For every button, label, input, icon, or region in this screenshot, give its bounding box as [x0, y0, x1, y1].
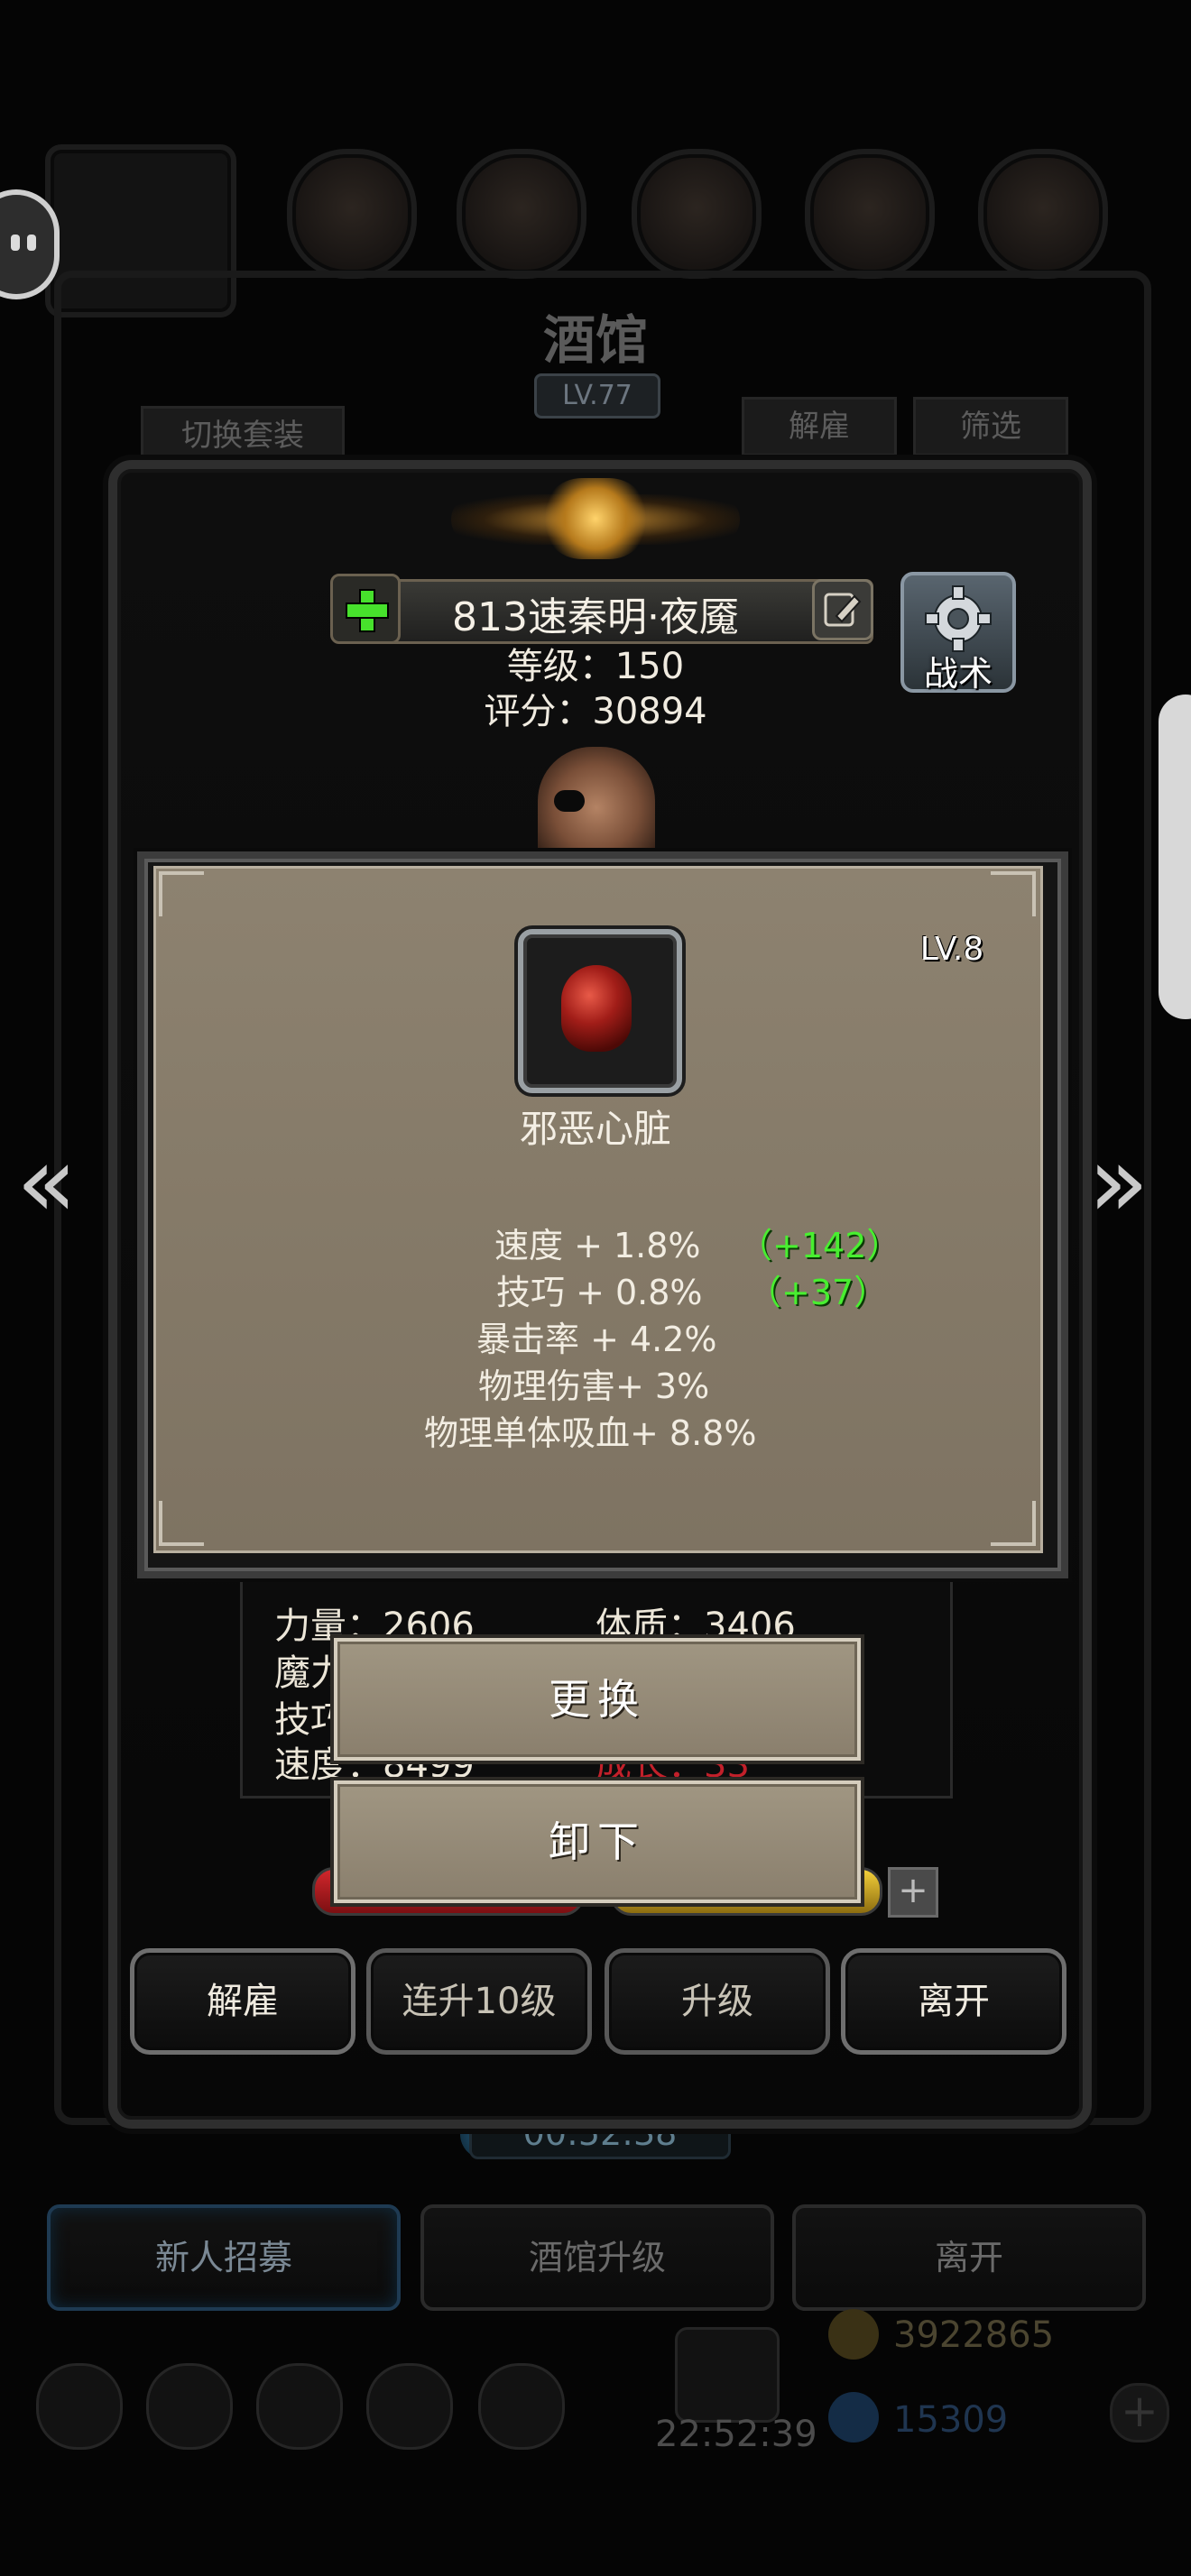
- tavern-title: 酒馆: [542, 309, 648, 371]
- menu-icon[interactable]: [478, 2363, 565, 2450]
- gold-amount: 3922865: [893, 2314, 1055, 2356]
- menu-icon[interactable]: [366, 2363, 453, 2450]
- hero-score: 评分：30894: [484, 691, 707, 732]
- popup-corner-ornament: [991, 871, 1036, 916]
- edit-name-button[interactable]: [812, 579, 873, 640]
- popup-corner-ornament: [991, 1501, 1036, 1546]
- equipment-slot-icon[interactable]: [287, 149, 417, 279]
- item-attr-speed-bonus: （+142）: [738, 1226, 901, 1265]
- panel-emblem-icon: [541, 478, 650, 559]
- item-attr-skill: 技巧 + 0.8%: [496, 1273, 703, 1312]
- equipment-slot-icon[interactable]: [805, 149, 935, 279]
- dismiss-button[interactable]: 解雇: [130, 1948, 355, 2055]
- pencil-icon: [824, 593, 862, 627]
- equipment-slot-icon[interactable]: [978, 149, 1108, 279]
- hero-name: 813速秦明·夜魇: [452, 594, 739, 640]
- replace-button[interactable]: 更换: [334, 1638, 861, 1761]
- item-level: LV.8: [919, 931, 984, 968]
- tavern-level-badge: LV.77: [534, 373, 660, 419]
- menu-icon[interactable]: [256, 2363, 343, 2450]
- new-recruit-button[interactable]: 新人招募: [47, 2204, 401, 2311]
- next-hero-arrow-icon[interactable]: »: [1088, 1124, 1149, 1239]
- filter-button[interactable]: 筛选: [913, 397, 1068, 456]
- add-hero-button[interactable]: [330, 574, 401, 644]
- eyepatch-detail: [554, 790, 585, 812]
- item-attr-skill-bonus: （+37）: [747, 1273, 889, 1312]
- gold-coin-icon: [828, 2309, 879, 2360]
- level-up-button[interactable]: 升级: [605, 1948, 830, 2055]
- evil-heart-icon: [561, 965, 632, 1052]
- add-currency-button[interactable]: +: [1110, 2383, 1169, 2443]
- side-scroll-handle[interactable]: [1159, 695, 1191, 1019]
- menu-icon[interactable]: [146, 2363, 233, 2450]
- previous-hero-arrow-icon[interactable]: «: [16, 1124, 77, 1239]
- popup-corner-ornament: [159, 1501, 204, 1546]
- equipment-slot-icon[interactable]: [457, 149, 586, 279]
- tactics-label: 战术: [923, 654, 992, 694]
- item-attr-phys-damage: 物理伤害+ 3%: [478, 1366, 710, 1406]
- tavern-upgrade-button[interactable]: 酒馆升级: [420, 2204, 774, 2311]
- leave-button[interactable]: 离开: [841, 1948, 1066, 2055]
- level-up-10-button[interactable]: 连升10级: [366, 1948, 592, 2055]
- popup-corner-ornament: [159, 871, 204, 916]
- item-attr-speed: 速度 + 1.8%: [494, 1226, 701, 1265]
- add-stat-button[interactable]: +: [888, 1867, 938, 1918]
- equipment-slot-icon[interactable]: [632, 149, 762, 279]
- gem-icon: [828, 2392, 879, 2443]
- unequip-button[interactable]: 卸下: [334, 1780, 861, 1903]
- gem-amount: 15309: [893, 2399, 1009, 2441]
- item-attr-crit: 暴击率 + 4.2%: [476, 1320, 717, 1359]
- item-name: 邪恶心脏: [519, 1107, 671, 1151]
- treasure-chest-icon[interactable]: [675, 2327, 780, 2423]
- clock-display: 22:52:39: [655, 2414, 817, 2455]
- dismiss-top-button[interactable]: 解雇: [742, 397, 897, 456]
- leave-tavern-button[interactable]: 离开: [792, 2204, 1146, 2311]
- menu-icon[interactable]: [36, 2363, 123, 2450]
- item-attr-lifesteal: 物理单体吸血+ 8.8%: [424, 1413, 757, 1453]
- switch-set-button[interactable]: 切换套装: [141, 406, 345, 465]
